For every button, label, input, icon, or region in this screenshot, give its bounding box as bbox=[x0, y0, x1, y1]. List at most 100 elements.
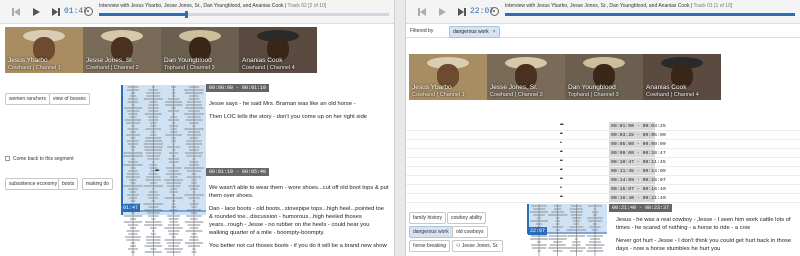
left-interview-panel: 01:47 Interview with Jesus Ybarbo, Jesse… bbox=[0, 0, 395, 256]
speaker-name: Ananias Cook bbox=[242, 57, 283, 64]
result-row[interactable]: ▪▪▪ 00:01:00 - 00:03:25 bbox=[406, 122, 800, 131]
speaker-role: Cowhand | Channel 2 bbox=[86, 65, 139, 71]
progress-bar[interactable] bbox=[99, 11, 389, 18]
playhead-time-badge: 22:07 bbox=[528, 227, 548, 235]
speaker-name: Jesse Jones, Sr. bbox=[490, 84, 538, 91]
speaker-dots: ▪ bbox=[560, 185, 562, 191]
transcript-paragraph: Jesus - he was a real cowboy - Jesse - I… bbox=[616, 217, 791, 231]
locate-target-icon[interactable] bbox=[490, 7, 499, 16]
speaker-dots: ▪▪▪ bbox=[155, 168, 160, 174]
speaker-card[interactable]: Jesse Jones, Sr. Cowhand | Channel 2 bbox=[83, 27, 161, 73]
filter-chip-label: dangerous work bbox=[453, 29, 489, 35]
track-title: Interview with Jesus Ybarbo, Jesse Jones… bbox=[505, 3, 733, 9]
playhead-time-badge: 01:47 bbox=[121, 204, 141, 212]
previous-track-button[interactable] bbox=[12, 7, 22, 17]
track-title: Interview with Jesus Ybarbo, Jesse Jones… bbox=[99, 3, 327, 9]
speaker-card[interactable]: Ananias Cook Cowhand | Channel 4 bbox=[643, 54, 721, 100]
locate-target-icon[interactable] bbox=[84, 7, 93, 16]
result-row[interactable]: ▪▪ 00:03:25 - 00:05:00 bbox=[406, 131, 800, 140]
speaker-strip: Jesus Ybarbo Cowhand | Channel 1 Jesse Jon… bbox=[409, 54, 721, 100]
tag-horse-breaking[interactable]: horse breaking bbox=[409, 240, 451, 252]
speaker-dots: ▪ bbox=[560, 140, 562, 146]
speaker-role: Cowhand | Channel 2 bbox=[490, 92, 543, 98]
next-track-button[interactable] bbox=[52, 7, 62, 17]
transcript-paragraph: We wasn't able to wear them - wore shoes… bbox=[209, 185, 389, 199]
filter-label: Filtered by bbox=[410, 28, 434, 34]
tag-jesse-jones[interactable]: ⚇ Jesse Jones, Sr. bbox=[452, 240, 503, 252]
transcript-paragraph: Never got hurt - Jesse - I don't think y… bbox=[616, 238, 792, 252]
play-button[interactable] bbox=[438, 7, 448, 17]
come-back-checkbox[interactable] bbox=[5, 156, 10, 161]
speaker-strip: Jesus Ybarbo Cowhand | Channel 1 Jesse Jon… bbox=[5, 27, 317, 73]
speaker-dots: ▪▪ bbox=[560, 176, 563, 182]
segment-transcript: We wasn't able to wear them - wore shoes… bbox=[209, 184, 389, 255]
tag-women-ranchers[interactable]: women ranchers bbox=[5, 93, 50, 105]
speaker-card[interactable]: Jesse Jones, Sr. Cowhand | Channel 2 bbox=[487, 54, 565, 100]
segment-timecode: 00:21:40 - 00:23:37 bbox=[609, 204, 673, 212]
right-interview-panel: 22:07 Interview with Jesus Ybarbo, Jesse… bbox=[405, 0, 800, 256]
tag-boots[interactable]: boots bbox=[58, 178, 79, 190]
tag-view-of-bosses[interactable]: view of bosses bbox=[49, 93, 90, 105]
speaker-role: Cowhand | Channel 1 bbox=[412, 92, 465, 98]
interview-title: Interview with Jesus Ybarbo, Jesse Jones… bbox=[99, 3, 284, 9]
row-divider bbox=[406, 202, 800, 203]
active-filter-chip[interactable]: dangerous work × bbox=[449, 26, 500, 38]
audio-player-bar: 22:07 Interview with Jesus Ybarbo, Jesse… bbox=[406, 0, 800, 24]
result-row[interactable]: ▪▪ 00:11:45 - 00:14:09 bbox=[406, 167, 800, 176]
previous-track-button[interactable] bbox=[418, 7, 428, 17]
speaker-name: Ananias Cook bbox=[646, 84, 687, 91]
speaker-dots: ▪▪ bbox=[560, 158, 563, 164]
speaker-name: Jesse Jones, Sr. bbox=[86, 57, 134, 64]
speaker-dots: ▪▪▪ bbox=[560, 122, 564, 128]
progress-bar[interactable] bbox=[505, 13, 795, 16]
result-row[interactable]: ▪ 00:15:07 - 00:16:40 bbox=[406, 185, 800, 194]
panel-divider bbox=[395, 0, 405, 256]
speaker-role: Cowhand | Channel 4 bbox=[242, 65, 295, 71]
result-row[interactable]: ▪ 00:05:00 - 00:09:00 bbox=[406, 140, 800, 149]
speaker-card[interactable]: Dan Youngblood Tophand | Channel 3 bbox=[161, 27, 239, 73]
tag-dangerous-work[interactable]: dangerous work bbox=[409, 226, 453, 238]
speaker-name: Dan Youngblood bbox=[568, 84, 616, 91]
speaker-role: Tophand | Channel 3 bbox=[568, 92, 619, 98]
progress-handle[interactable] bbox=[185, 11, 188, 18]
result-row[interactable]: ▪▪ 00:10:47 - 00:11:45 bbox=[406, 158, 800, 167]
transcript-paragraph: Dan - lace boots - old boots...stovepipe… bbox=[209, 206, 384, 236]
play-button[interactable] bbox=[32, 7, 42, 17]
segment-timecode: 00:00:00 - 00:01:10 bbox=[206, 84, 270, 92]
speaker-dots: ▪▪ bbox=[560, 194, 563, 200]
speaker-dots: ▪▪ bbox=[560, 167, 563, 173]
result-row[interactable]: ▪▪ 00:09:00 - 00:10:47 bbox=[406, 149, 800, 158]
tag-cowboy-ability[interactable]: cowboy ability bbox=[447, 212, 487, 224]
speaker-name: Dan Youngblood bbox=[164, 57, 212, 64]
speaker-role: Cowhand | Channel 1 bbox=[8, 65, 61, 71]
tag-family-history[interactable]: family history bbox=[409, 212, 447, 224]
result-row[interactable]: ▪▪ 00:14:09 - 00:15:07 bbox=[406, 176, 800, 185]
speaker-card[interactable]: Jesus Ybarbo Cowhand | Channel 1 bbox=[409, 54, 487, 100]
transcript-paragraph: Then LOC tells the story - don't you com… bbox=[209, 114, 368, 120]
transcript-paragraph: You better not cut thoses boots - if you… bbox=[209, 243, 387, 249]
speaker-card[interactable]: Ananias Cook Cowhand | Channel 4 bbox=[239, 27, 317, 73]
interview-title: Interview with Jesus Ybarbo, Jesse Jones… bbox=[505, 3, 690, 9]
speaker-name: Jesus Ybarbo bbox=[412, 84, 452, 91]
remove-filter-icon[interactable]: × bbox=[493, 29, 496, 35]
result-row[interactable]: ▪▪ 00:16:40 - 00:21:40 bbox=[406, 194, 800, 203]
speaker-name: Jesus Ybarbo bbox=[8, 57, 48, 64]
segment-transcript: Jesus - he was a real cowboy - Jesse - I… bbox=[616, 216, 799, 256]
track-number: Track 01 [1 of 10] bbox=[693, 3, 733, 9]
tag-making-do[interactable]: making do bbox=[82, 178, 114, 190]
transcript-paragraph: Jesse says - he said Mrs. Braman was lik… bbox=[209, 101, 356, 107]
next-track-button[interactable] bbox=[458, 7, 468, 17]
track-number: Track 02 [2 of 10] bbox=[287, 3, 327, 9]
progress-fill bbox=[505, 13, 795, 16]
segment-transcript: Jesse says - he said Mrs. Braman was lik… bbox=[209, 100, 389, 126]
tag-label: Jesse Jones, Sr. bbox=[461, 243, 499, 249]
audio-player-bar: 01:47 Interview with Jesus Ybarbo, Jesse… bbox=[0, 0, 394, 24]
tag-subsistence-economy[interactable]: subsistence economy bbox=[5, 178, 62, 190]
segment-marker bbox=[121, 85, 123, 215]
progress-fill bbox=[99, 13, 186, 16]
speaker-card[interactable]: Dan Youngblood Tophand | Channel 3 bbox=[565, 54, 643, 100]
speaker-role: Cowhand | Channel 4 bbox=[646, 92, 699, 98]
audio-waveform[interactable] bbox=[121, 85, 206, 256]
tag-old-cowboys[interactable]: old cowboys bbox=[452, 226, 488, 238]
speaker-card[interactable]: Jesus Ybarbo Cowhand | Channel 1 bbox=[5, 27, 83, 73]
